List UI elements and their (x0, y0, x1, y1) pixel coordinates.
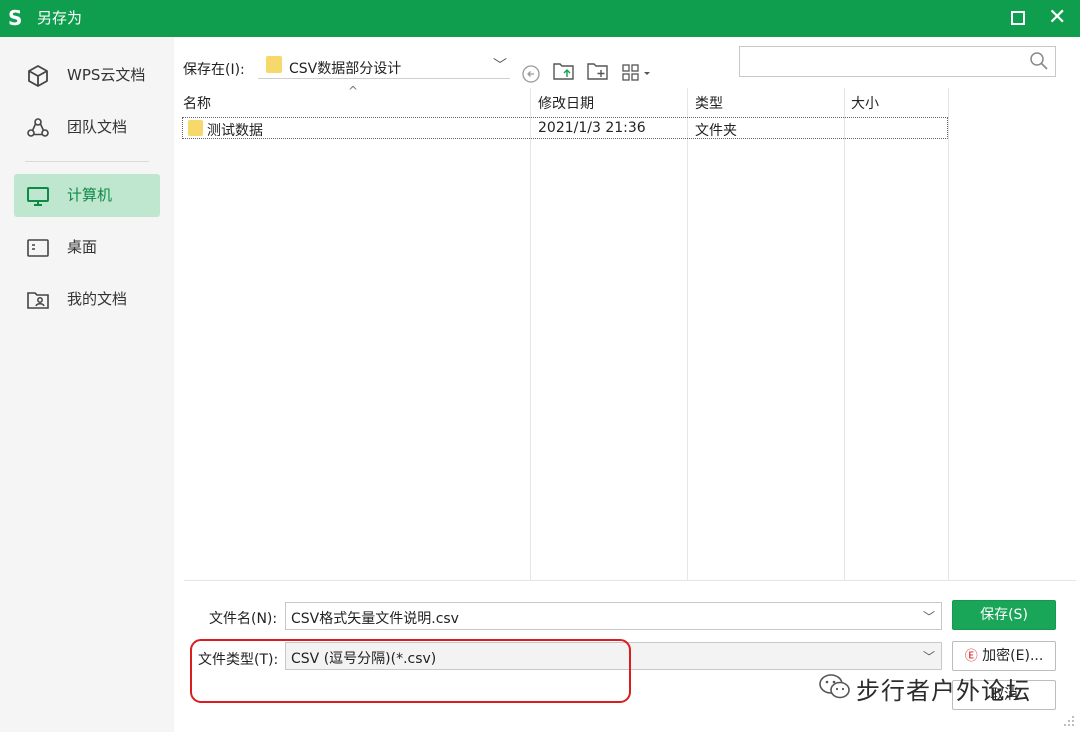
encrypt-icon: Ⓔ (964, 649, 978, 664)
column-divider (530, 88, 531, 580)
sidebar-item-label: 团队文档 (67, 118, 128, 136)
save-button[interactable]: 保存(S) (952, 600, 1056, 630)
location-dropdown[interactable]: CSV数据部分设计 ﹀ (258, 52, 510, 79)
sort-ascending-icon: ^ (348, 84, 359, 98)
filename-field[interactable]: CSV格式矢量文件说明.csv ﹀ (285, 602, 942, 630)
file-modified: 2021/1/3 21:36 (538, 120, 646, 136)
column-header-name[interactable]: 名称 (183, 93, 211, 113)
view-menu-icon[interactable] (622, 63, 652, 83)
wps-logo-icon: S (8, 6, 23, 30)
sidebar-item-label: 计算机 (67, 186, 113, 204)
encrypt-label: 加密(E)... (982, 648, 1044, 664)
file-name: 测试数据 (207, 123, 263, 139)
column-header-modified[interactable]: 修改日期 (538, 93, 594, 113)
table-row[interactable]: 测试数据 2021/1/3 21:36 文件夹 (182, 117, 948, 139)
sidebar-item-team-docs[interactable]: 团队文档 (14, 106, 160, 149)
close-icon[interactable]: ✕ (1048, 6, 1066, 30)
column-divider (844, 88, 845, 580)
sidebar-item-desktop[interactable]: 桌面 (14, 226, 160, 269)
folder-icon (266, 56, 282, 73)
desktop-icon (27, 239, 49, 257)
resize-grip-icon[interactable] (1062, 714, 1076, 728)
search-input[interactable] (740, 47, 1020, 76)
sidebar-divider (25, 161, 149, 162)
sidebar-item-label: 我的文档 (67, 290, 128, 308)
chevron-down-icon: ﹀ (493, 58, 507, 74)
folder-icon (188, 120, 203, 136)
title-bar: S 另存为 ✕ (0, 0, 1080, 37)
team-icon (27, 118, 49, 137)
back-icon[interactable] (521, 64, 541, 84)
sidebar-item-computer[interactable]: 计算机 (14, 174, 160, 217)
file-list[interactable]: ^ 名称 修改日期 类型 大小 测试数据 2021/1/3 21:36 文件夹 (180, 84, 1076, 580)
window-title: 另存为 (37, 9, 83, 27)
up-folder-icon[interactable] (553, 61, 575, 81)
filename-value: CSV格式矢量文件说明.csv (291, 611, 459, 627)
filename-label: 文件名(N): (209, 611, 278, 627)
chevron-down-icon[interactable]: ﹀ (923, 648, 935, 665)
cloud-cube-icon (28, 65, 48, 87)
search-icon[interactable] (1029, 51, 1049, 71)
search-box[interactable] (739, 46, 1056, 77)
computer-icon (27, 187, 49, 206)
chevron-down-icon[interactable]: ﹀ (923, 608, 935, 625)
sidebar-item-label: WPS云文档 (67, 66, 146, 84)
column-header-type[interactable]: 类型 (695, 93, 723, 113)
column-divider (687, 88, 688, 580)
watermark-text: 步行者户外论坛 (856, 677, 1031, 705)
file-type: 文件夹 (695, 123, 737, 139)
highlight-annotation (190, 639, 631, 703)
list-divider (184, 580, 1076, 581)
sidebar-item-my-documents[interactable]: 我的文档 (14, 278, 160, 321)
my-documents-icon (27, 292, 49, 309)
sidebar-item-wps-cloud[interactable]: WPS云文档 (14, 54, 160, 97)
maximize-icon[interactable] (1011, 11, 1025, 25)
column-divider (948, 88, 949, 580)
wechat-icon (819, 674, 850, 699)
new-folder-icon[interactable] (587, 61, 609, 81)
column-header-size[interactable]: 大小 (851, 93, 879, 113)
sidebar-item-label: 桌面 (67, 238, 98, 256)
sidebar: WPS云文档 团队文档 计算机 桌面 我的文档 (0, 37, 174, 732)
encrypt-button[interactable]: Ⓔ 加密(E)... (952, 641, 1056, 671)
location-value: CSV数据部分设计 (289, 61, 402, 77)
save-in-label: 保存在(I): (183, 62, 245, 78)
